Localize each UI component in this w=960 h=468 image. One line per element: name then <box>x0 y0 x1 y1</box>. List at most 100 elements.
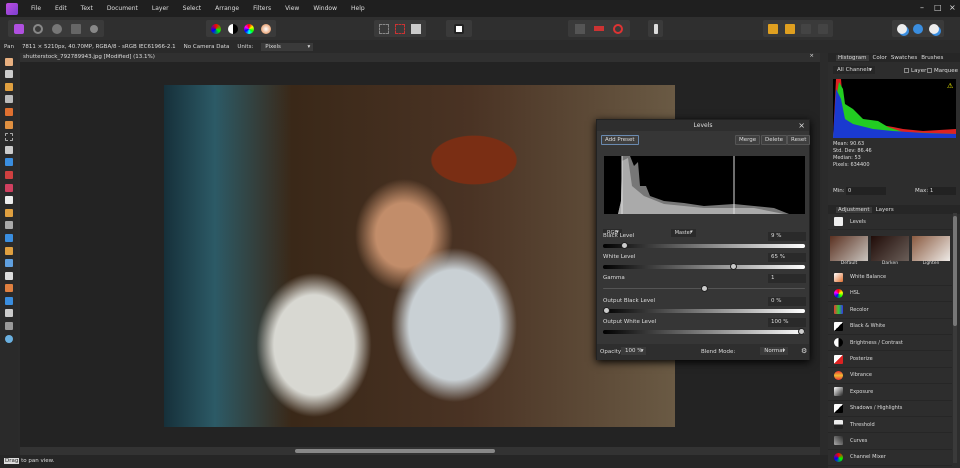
tab-color[interactable]: Color <box>873 55 887 61</box>
healing-brush-icon[interactable] <box>5 246 13 255</box>
snapping-magnet-icon[interactable] <box>613 23 624 34</box>
deselect-icon[interactable] <box>395 23 405 34</box>
slider-knob[interactable] <box>603 307 610 314</box>
pan-tool-icon[interactable] <box>5 57 13 66</box>
adjustment-exposure[interactable]: Exposure <box>828 384 952 401</box>
gamma-field[interactable]: 1 <box>768 274 806 283</box>
hsl-icon[interactable] <box>244 23 255 34</box>
menu-select[interactable]: Select <box>183 5 202 12</box>
layer-checkbox[interactable]: Layer <box>904 68 926 74</box>
quick-mask-icon[interactable] <box>454 23 464 34</box>
output-white-slider[interactable] <box>603 328 805 335</box>
tone-mapping-persona-icon[interactable] <box>70 23 81 34</box>
arrange-bottom-icon[interactable] <box>817 23 828 34</box>
erase-brush-icon[interactable] <box>5 196 13 205</box>
reset-button[interactable]: Reset <box>787 135 811 145</box>
snap-bounds-icon[interactable] <box>593 26 604 31</box>
adjustment-vibrance[interactable]: Vibrance <box>828 368 952 385</box>
delete-button[interactable]: Delete <box>761 135 788 145</box>
tab-swatches[interactable]: Swatches <box>891 55 917 61</box>
merge-button[interactable]: Merge <box>735 135 761 145</box>
crop-tool-icon[interactable] <box>5 95 13 104</box>
boolean-add-icon[interactable] <box>897 23 907 34</box>
white-balance-icon[interactable] <box>260 23 271 34</box>
grid-snap-icon[interactable] <box>574 23 585 34</box>
zoom-tool-icon[interactable] <box>5 334 13 343</box>
menu-view[interactable]: View <box>285 5 299 12</box>
slider-knob[interactable] <box>620 242 628 249</box>
adjustment-shadows-highlights[interactable]: Shadows / Highlights <box>828 401 952 417</box>
tab-adjustment[interactable]: Adjustment <box>836 206 872 213</box>
slider-knob[interactable] <box>729 263 737 270</box>
document-tab[interactable]: shutterstock_792789943.jpg [Modified] (1… <box>20 53 820 62</box>
adjustment-brightness-contrast[interactable]: Brightness / Contrast <box>828 335 952 352</box>
tab-layers[interactable]: Layers <box>876 207 894 213</box>
maximize-icon[interactable]: □ <box>934 3 942 12</box>
output-black-slider[interactable] <box>603 307 805 314</box>
menu-arrange[interactable]: Arrange <box>215 5 239 12</box>
scrollbar-thumb[interactable] <box>295 449 495 453</box>
adjustment-hsl[interactable]: HSL <box>828 286 952 303</box>
mesh-warp-icon[interactable] <box>5 322 13 331</box>
adjustment-levels[interactable]: Levels <box>828 214 952 231</box>
adjustment-scrollbar[interactable] <box>953 213 957 463</box>
min-field[interactable]: 0 <box>846 187 886 195</box>
marquee-checkbox[interactable]: Marquee <box>927 68 958 74</box>
menu-filters[interactable]: Filters <box>253 5 271 12</box>
output-black-field[interactable]: 0 % <box>768 297 806 306</box>
gear-icon[interactable]: ⚙ <box>801 347 807 355</box>
adjustment-recolor[interactable]: Recolor <box>828 302 952 319</box>
tab-brushes[interactable]: Brushes <box>921 55 943 61</box>
black-level-slider[interactable] <box>603 242 805 249</box>
black-level-field[interactable]: 9 % <box>768 232 806 241</box>
slider-knob[interactable] <box>701 285 708 292</box>
invert-selection-icon[interactable] <box>411 23 421 34</box>
clone-brush-icon[interactable] <box>5 221 13 230</box>
white-level-slider[interactable] <box>603 263 805 270</box>
adjustment-black-white[interactable]: Black & White <box>828 319 952 335</box>
output-white-field[interactable]: 100 % <box>768 318 806 327</box>
adjustment-curves[interactable]: Curves <box>828 433 952 450</box>
add-preset-button[interactable]: Add Preset <box>601 135 639 145</box>
arrange-front-icon[interactable] <box>801 23 812 34</box>
units-select[interactable]: Pixels <box>261 42 314 51</box>
adjustment-posterize[interactable]: Posterize <box>828 351 952 368</box>
blend-mode-select[interactable]: Normal <box>760 347 789 355</box>
selection-brush-icon[interactable] <box>5 107 13 116</box>
close-dialog-icon[interactable]: × <box>798 120 805 131</box>
marquee-tool-icon[interactable] <box>5 133 13 142</box>
freehand-select-icon[interactable] <box>5 145 13 154</box>
adjustment-threshold[interactable]: Threshold <box>828 417 952 434</box>
channels-select[interactable]: All Channels <box>833 66 876 74</box>
preset-default[interactable]: Default <box>830 236 868 267</box>
preset-lighten[interactable]: Lighten <box>912 236 950 267</box>
minimize-icon[interactable]: – <box>920 3 924 12</box>
adjustment-channel-mixer[interactable]: Channel Mixer <box>828 450 952 467</box>
menu-window[interactable]: Window <box>313 5 337 12</box>
fill-tool-icon[interactable] <box>5 158 13 167</box>
boolean-subtract-icon[interactable] <box>913 23 923 34</box>
white-level-field[interactable]: 65 % <box>768 253 806 262</box>
pen-tool-icon[interactable] <box>5 284 13 293</box>
menu-help[interactable]: Help <box>351 5 365 12</box>
color-replacement-icon[interactable] <box>5 183 13 192</box>
shape-tool-icon[interactable] <box>5 296 13 305</box>
move-tool-icon[interactable] <box>5 70 13 79</box>
export-persona-icon[interactable] <box>89 24 98 33</box>
menu-layer[interactable]: Layer <box>152 5 169 12</box>
max-field[interactable]: 1 <box>928 187 956 195</box>
develop-persona-icon[interactable] <box>51 23 62 34</box>
liquify-persona-icon[interactable] <box>33 23 44 34</box>
adjustment-white-balance[interactable]: White Balance <box>828 269 952 286</box>
assistant-icon[interactable] <box>653 23 658 34</box>
horizontal-scrollbar[interactable] <box>20 447 820 455</box>
text-tool-icon[interactable] <box>5 309 13 318</box>
color-picker-icon[interactable] <box>5 82 13 91</box>
slider-knob[interactable] <box>798 328 805 335</box>
opacity-select[interactable]: 100 % <box>621 347 647 355</box>
arrange-forward-icon[interactable] <box>768 23 779 34</box>
preset-darken[interactable]: Darken <box>871 236 909 267</box>
inpainting-brush-icon[interactable] <box>5 233 13 242</box>
select-all-icon[interactable] <box>379 23 389 34</box>
close-icon[interactable]: × <box>949 3 956 12</box>
